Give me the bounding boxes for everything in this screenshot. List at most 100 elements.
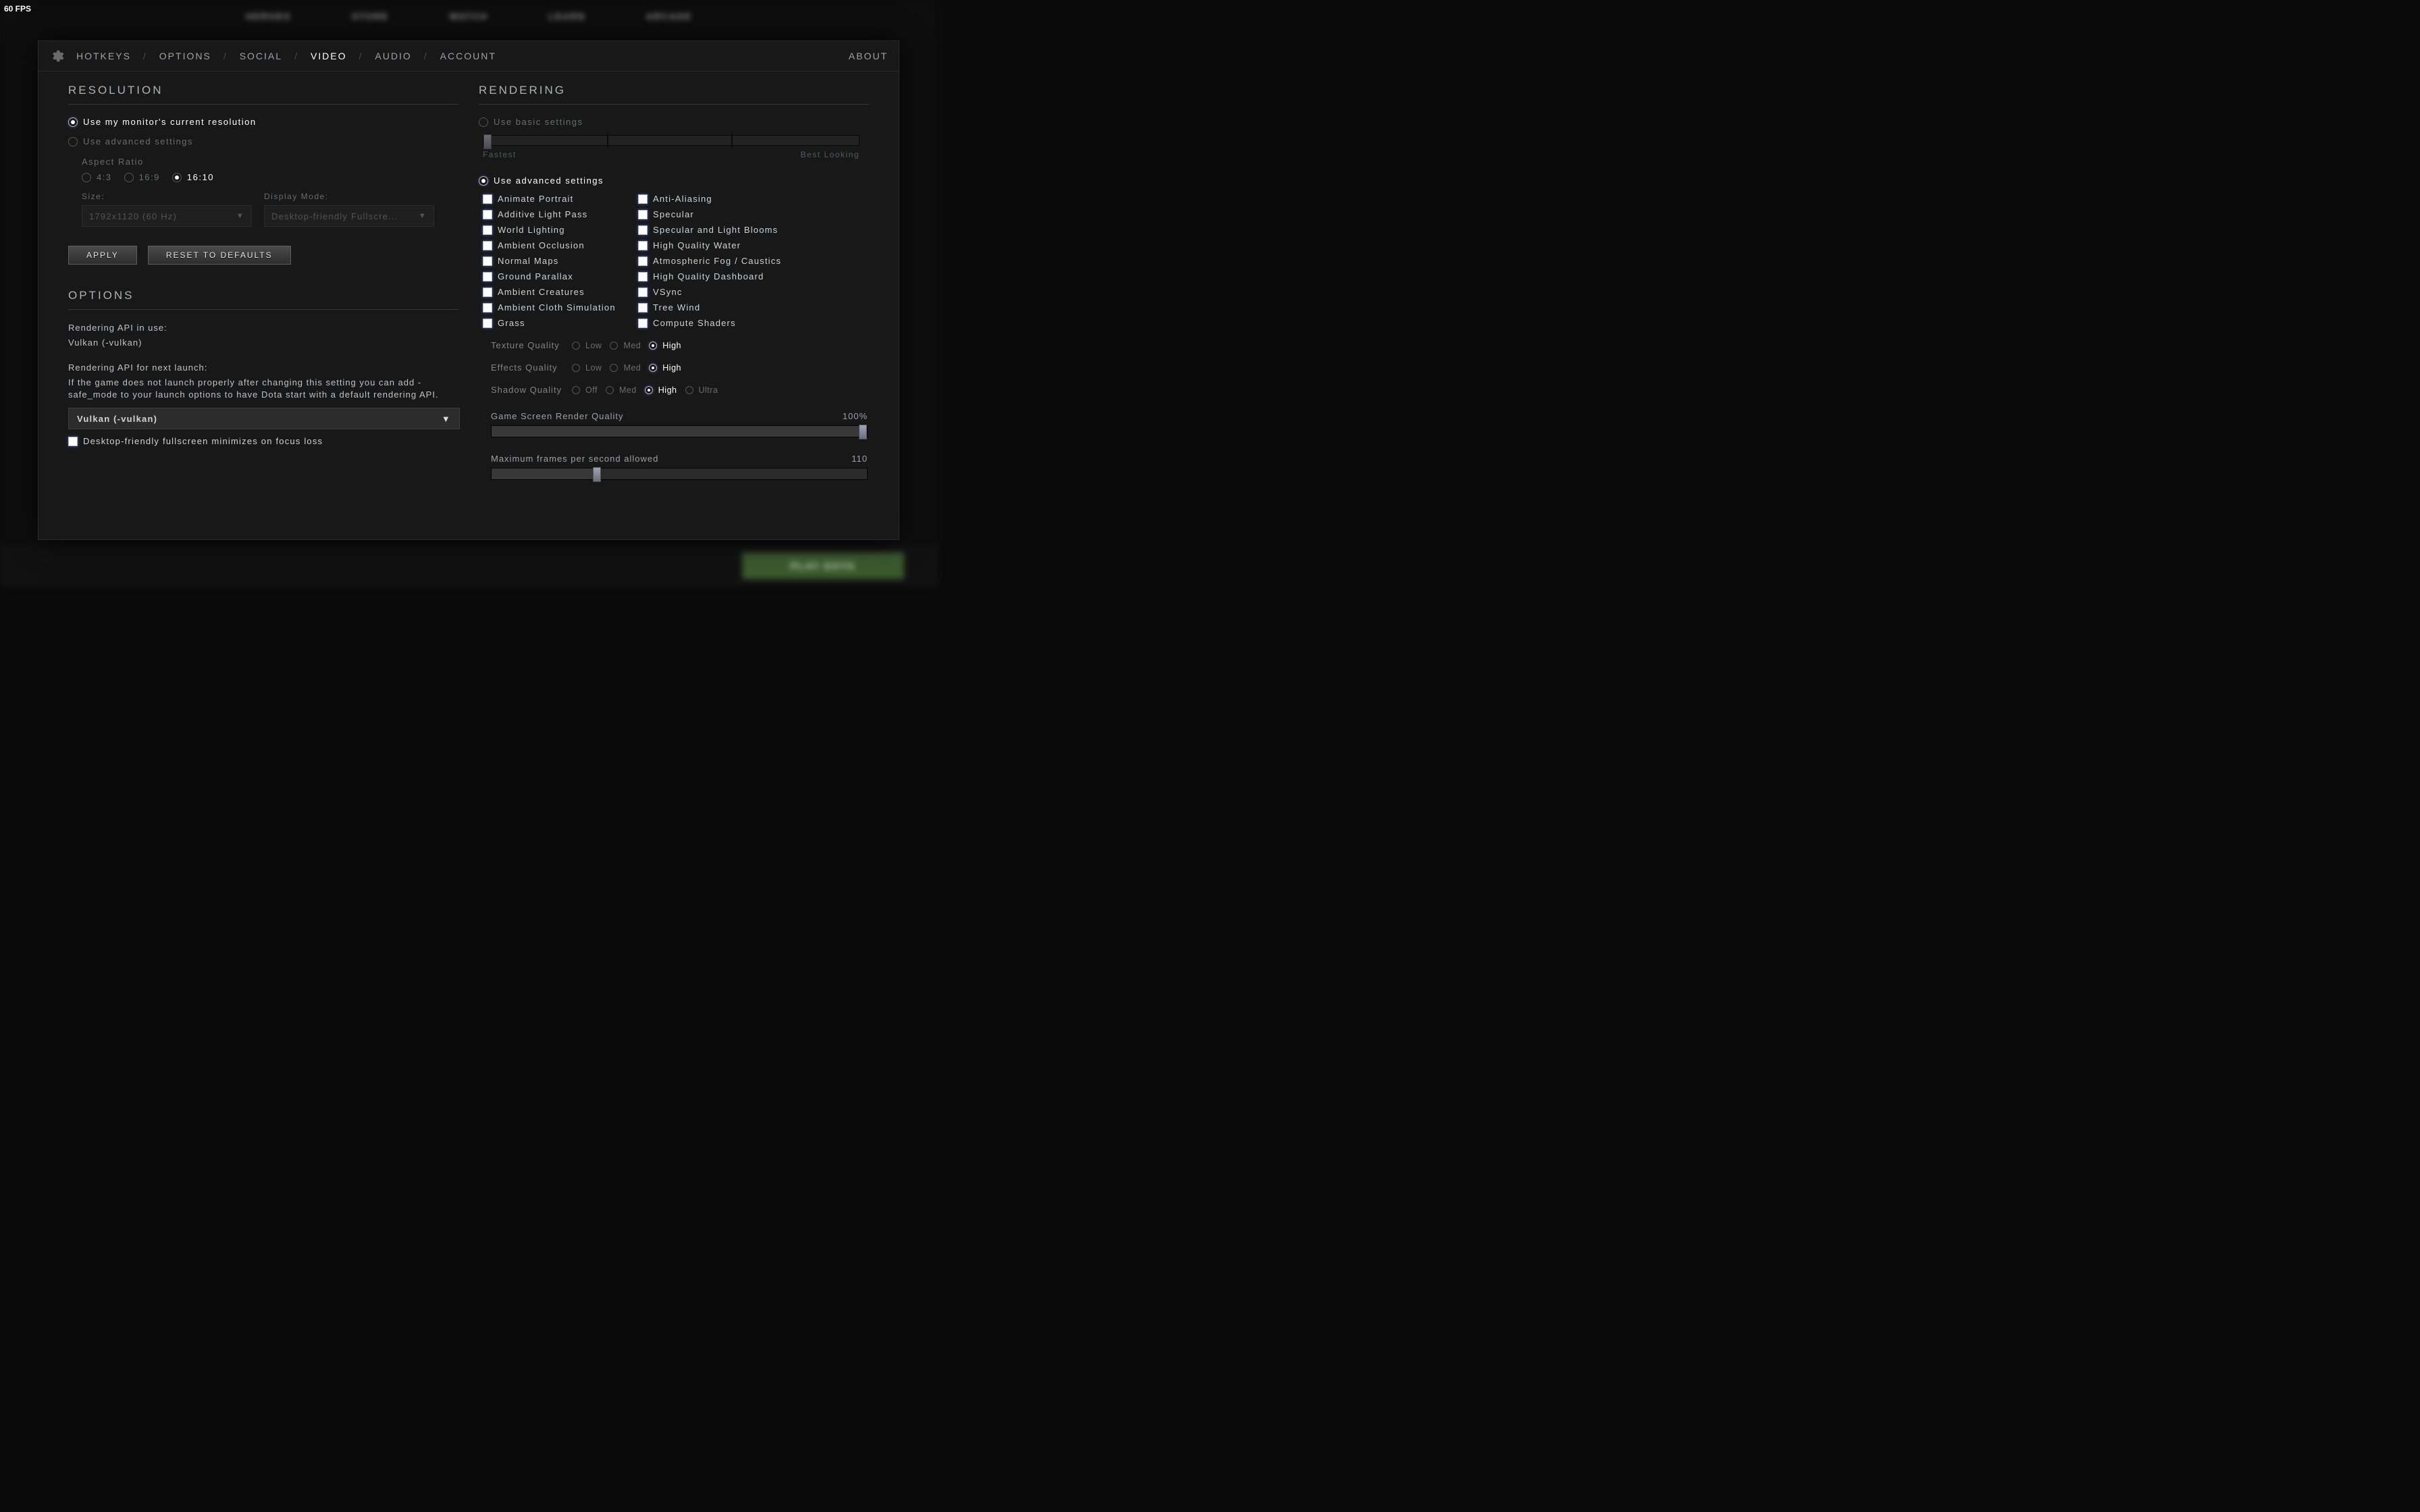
checkbox-icon bbox=[638, 272, 648, 281]
display-mode-select[interactable]: Desktop-friendly Fullscre... ▼ bbox=[264, 205, 434, 227]
radio-dot-icon bbox=[124, 173, 134, 182]
settings-tabs: HOTKEYS/ OPTIONS/ SOCIAL/ VIDEO/ AUDIO/ … bbox=[38, 41, 899, 72]
size-select[interactable]: 1792x1120 (60 Hz) ▼ bbox=[82, 205, 252, 227]
check-additive-light-pass[interactable]: Additive Light Pass bbox=[483, 209, 638, 219]
checkbox-icon bbox=[483, 256, 492, 266]
gear-icon[interactable] bbox=[49, 49, 64, 63]
check-animate-portrait[interactable]: Animate Portrait bbox=[483, 194, 638, 204]
tab-account[interactable]: ACCOUNT bbox=[440, 51, 496, 61]
chevron-down-icon: ▼ bbox=[236, 212, 244, 220]
aspect-16-9[interactable]: 16:9 bbox=[124, 172, 160, 182]
tab-options[interactable]: OPTIONS bbox=[159, 51, 211, 61]
render-quality-slider[interactable] bbox=[491, 425, 868, 437]
checkbox-icon bbox=[638, 241, 648, 250]
check-normal-maps[interactable]: Normal Maps bbox=[483, 256, 638, 266]
shadow-quality-row: Shadow QualityOffMedHighUltra bbox=[491, 385, 869, 395]
render-quality-value: 100% bbox=[843, 411, 868, 421]
tab-audio[interactable]: AUDIO bbox=[375, 51, 411, 61]
check-high-quality-dashboard[interactable]: High Quality Dashboard bbox=[638, 271, 793, 281]
radio-dot-icon bbox=[82, 173, 91, 182]
effects-low-radio[interactable]: Low bbox=[572, 363, 602, 373]
slider-thumb[interactable] bbox=[483, 134, 492, 149]
check-ambient-occlusion[interactable]: Ambient Occlusion bbox=[483, 240, 638, 250]
check-specular[interactable]: Specular bbox=[638, 209, 793, 219]
checkbox-icon bbox=[483, 272, 492, 281]
radio-dot-icon bbox=[685, 386, 693, 394]
radio-use-advanced-resolution[interactable]: Use advanced settings bbox=[68, 136, 458, 146]
check-world-lighting[interactable]: World Lighting bbox=[483, 225, 638, 235]
shadow-ultra-radio[interactable]: Ultra bbox=[685, 385, 718, 395]
main-nav-blurred: HEROES STORE WATCH LEARN ARCADE bbox=[0, 0, 938, 32]
radio-dot-icon bbox=[172, 173, 182, 182]
check-atmospheric-fog-caustics[interactable]: Atmospheric Fog / Caustics bbox=[638, 256, 793, 266]
resolution-title: RESOLUTION bbox=[68, 84, 458, 105]
check-compute-shaders[interactable]: Compute Shaders bbox=[638, 318, 793, 328]
slider-thumb[interactable] bbox=[593, 467, 601, 482]
max-fps-value: 110 bbox=[851, 454, 868, 464]
api-next-launch-help: If the game does not launch properly aft… bbox=[68, 377, 446, 401]
check-specular-and-light-blooms[interactable]: Specular and Light Blooms bbox=[638, 225, 793, 235]
effects-quality-label: Effects Quality bbox=[491, 362, 564, 373]
check-ground-parallax[interactable]: Ground Parallax bbox=[483, 271, 638, 281]
tab-social[interactable]: SOCIAL bbox=[240, 51, 282, 61]
checkbox-icon bbox=[68, 437, 78, 446]
shadow-high-radio[interactable]: High bbox=[645, 385, 677, 395]
check-high-quality-water[interactable]: High Quality Water bbox=[638, 240, 793, 250]
display-mode-label: Display Mode: bbox=[264, 192, 434, 201]
checkbox-icon bbox=[638, 225, 648, 235]
play-button-blurred: PLAY DOTA bbox=[742, 552, 904, 579]
texture-high-radio[interactable]: High bbox=[649, 341, 681, 350]
radio-use-advanced-rendering[interactable]: Use advanced settings bbox=[479, 176, 869, 186]
tab-hotkeys[interactable]: HOTKEYS bbox=[76, 51, 131, 61]
check-vsync[interactable]: VSync bbox=[638, 287, 793, 297]
checkbox-icon bbox=[483, 303, 492, 313]
radio-dot-icon bbox=[610, 342, 618, 350]
checkbox-icon bbox=[483, 225, 492, 235]
radio-dot-icon bbox=[649, 364, 657, 372]
aspect-16-10[interactable]: 16:10 bbox=[172, 172, 214, 182]
api-in-use-value: Vulkan (-vulkan) bbox=[68, 337, 458, 349]
radio-dot-icon bbox=[572, 364, 580, 372]
slider-thumb[interactable] bbox=[859, 425, 867, 439]
chevron-down-icon: ▼ bbox=[442, 414, 451, 424]
radio-use-current-resolution[interactable]: Use my monitor's current resolution bbox=[68, 117, 458, 127]
basic-slider-right-label: Best Looking bbox=[801, 150, 860, 159]
effects-med-radio[interactable]: Med bbox=[610, 363, 641, 373]
right-column: RENDERING Use basic settings Fastest Bes bbox=[479, 84, 869, 526]
check-ambient-creatures[interactable]: Ambient Creatures bbox=[483, 287, 638, 297]
checkbox-icon bbox=[638, 210, 648, 219]
texture-low-radio[interactable]: Low bbox=[572, 341, 602, 350]
minimize-on-focus-loss-checkbox[interactable]: Desktop-friendly fullscreen minimizes on… bbox=[68, 436, 458, 446]
aspect-4-3[interactable]: 4:3 bbox=[82, 172, 112, 182]
check-grass[interactable]: Grass bbox=[483, 318, 638, 328]
reset-defaults-button[interactable]: RESET TO DEFAULTS bbox=[148, 246, 291, 265]
checkbox-icon bbox=[483, 319, 492, 328]
check-ambient-cloth-simulation[interactable]: Ambient Cloth Simulation bbox=[483, 302, 638, 313]
max-fps-slider[interactable] bbox=[491, 468, 868, 480]
render-quality-label: Game Screen Render Quality bbox=[491, 411, 624, 421]
checkbox-icon bbox=[638, 303, 648, 313]
check-anti-aliasing[interactable]: Anti-Aliasing bbox=[638, 194, 793, 204]
bottom-bar-blurred: PLAY DOTA bbox=[0, 545, 938, 586]
effects-high-radio[interactable]: High bbox=[649, 363, 681, 373]
aspect-ratio-label: Aspect Ratio bbox=[82, 156, 458, 168]
apply-button[interactable]: APPLY bbox=[68, 246, 137, 265]
checkbox-icon bbox=[483, 194, 492, 204]
check-tree-wind[interactable]: Tree Wind bbox=[638, 302, 793, 313]
shadow-med-radio[interactable]: Med bbox=[606, 385, 637, 395]
shadow-off-radio[interactable]: Off bbox=[572, 385, 598, 395]
basic-slider-left-label: Fastest bbox=[483, 150, 517, 159]
tab-video[interactable]: VIDEO bbox=[311, 51, 347, 61]
left-column: RESOLUTION Use my monitor's current reso… bbox=[68, 84, 458, 526]
radio-dot-icon bbox=[645, 386, 653, 394]
radio-use-basic-rendering[interactable]: Use basic settings bbox=[479, 117, 869, 127]
tab-about[interactable]: ABOUT bbox=[849, 51, 888, 61]
texture-med-radio[interactable]: Med bbox=[610, 341, 641, 350]
max-fps-label: Maximum frames per second allowed bbox=[491, 454, 658, 464]
size-label: Size: bbox=[82, 192, 252, 201]
rendering-title: RENDERING bbox=[479, 84, 869, 105]
api-select[interactable]: Vulkan (-vulkan) ▼ bbox=[68, 408, 460, 429]
api-next-launch-label: Rendering API for next launch: bbox=[68, 362, 458, 374]
radio-dot-icon bbox=[610, 364, 618, 372]
basic-quality-slider[interactable] bbox=[483, 135, 860, 146]
